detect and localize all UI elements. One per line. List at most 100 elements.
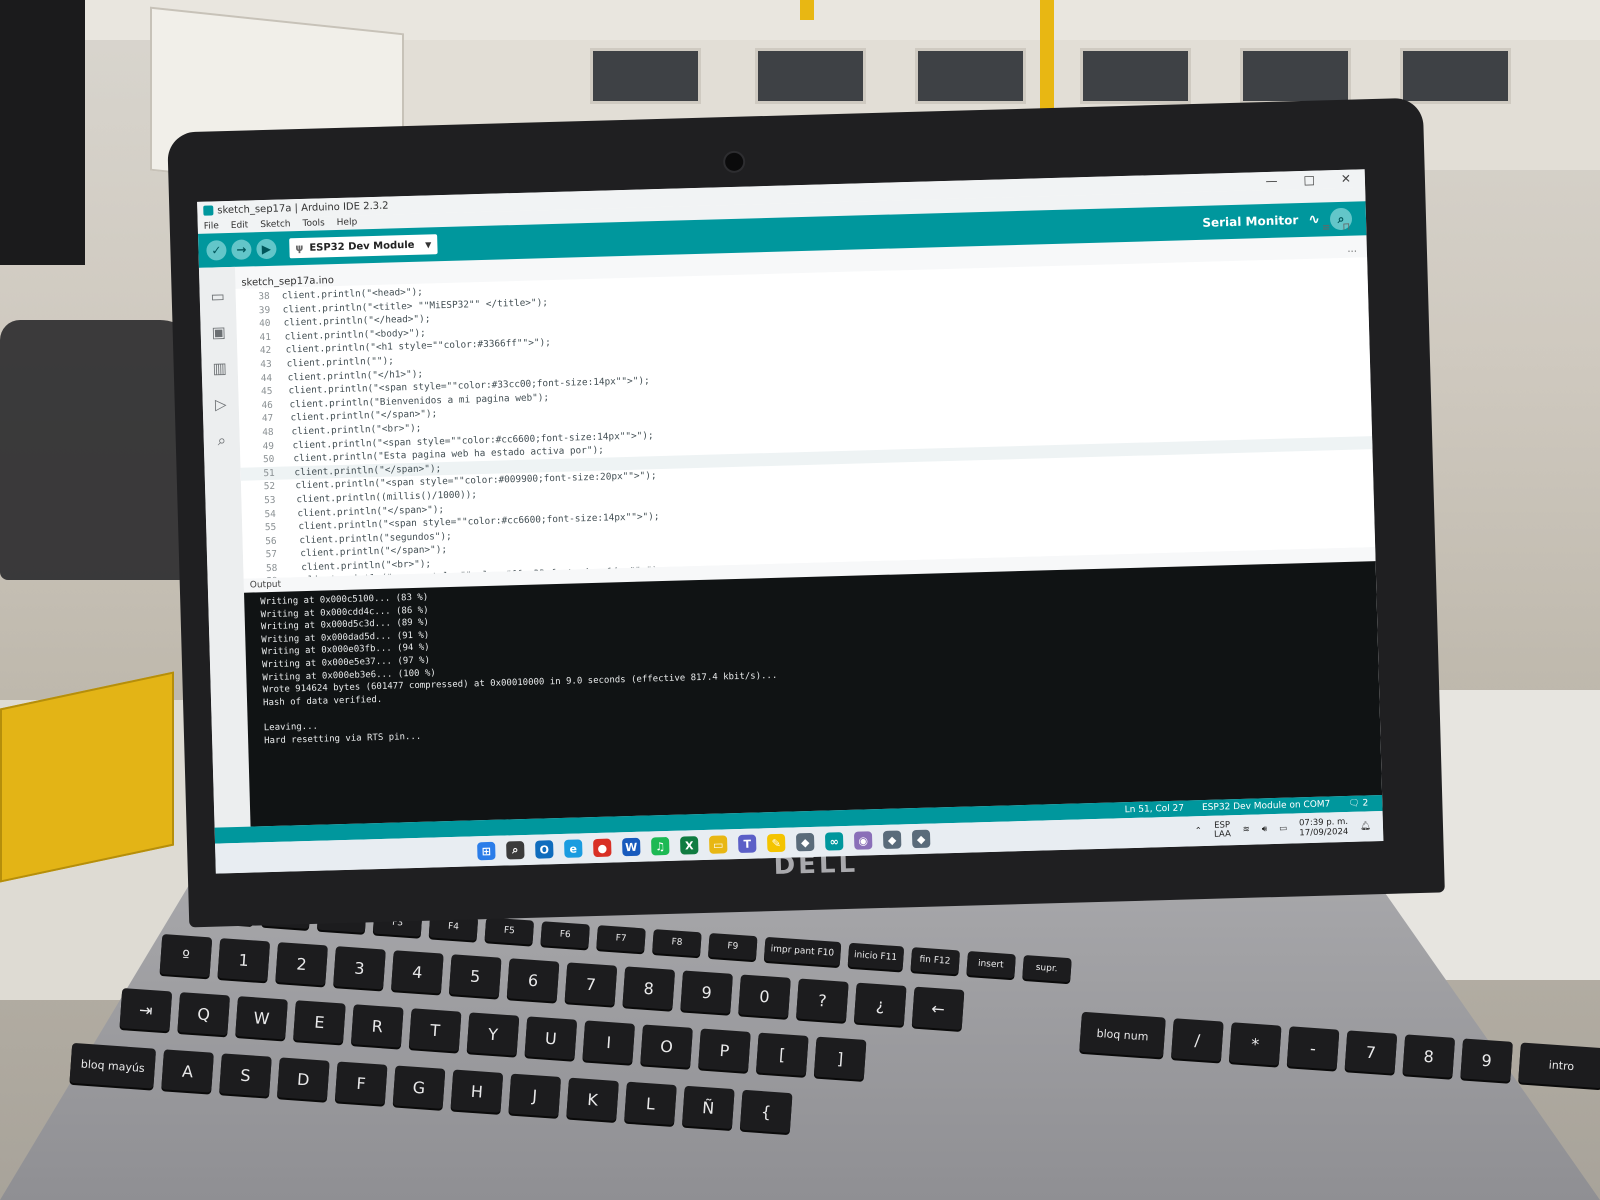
clock-date: 17/09/2024 (1299, 826, 1349, 839)
files-icon[interactable]: ▭ (708, 835, 728, 854)
keyboard-key: F8 (652, 929, 702, 957)
keyboard-key: I (582, 1020, 636, 1064)
boards-manager-icon[interactable]: ▣ (211, 323, 226, 341)
battery-icon[interactable]: ▭ (1279, 824, 1287, 834)
room-window (1080, 48, 1191, 104)
menu-help[interactable]: Help (337, 217, 358, 228)
keyboard-key: A (161, 1049, 214, 1093)
keyboard-key: 1 (217, 938, 271, 982)
edge-icon[interactable]: e (564, 839, 583, 858)
debug-sidebar-icon[interactable]: ▷ (215, 395, 227, 413)
line-number: 50 (262, 453, 275, 466)
search-icon[interactable]: ⌕ (217, 431, 226, 449)
chevron-up-icon[interactable]: ⌃ (1195, 826, 1202, 836)
excel-icon[interactable]: X (680, 836, 699, 855)
keyboard-key: R (350, 1004, 404, 1048)
notes-icon[interactable]: ✎ (766, 833, 786, 853)
serial-plotter-icon[interactable]: ∿ (1308, 212, 1320, 228)
keyboard-key: F7 (596, 925, 646, 953)
line-number: 41 (259, 331, 272, 343)
menu-tools[interactable]: Tools (302, 218, 324, 229)
start-icon[interactable]: ⊞ (477, 841, 496, 861)
chrome-icon[interactable]: ● (593, 838, 612, 858)
line-number: 52 (263, 481, 276, 493)
debug-button[interactable]: ▶ (256, 238, 277, 260)
arduino-app-icon (203, 205, 214, 216)
search-icon[interactable]: ⌕ (506, 841, 525, 860)
language-bottom: LAA (1213, 829, 1231, 840)
room-window (915, 48, 1026, 104)
line-number: 38 (258, 290, 270, 303)
board-selector[interactable]: ψ ESP32 Dev Module ▼ (289, 234, 438, 259)
word-icon[interactable]: W (622, 837, 641, 857)
maximize-button[interactable]: □ (1303, 173, 1315, 187)
keyboard-key: ¿ (853, 982, 907, 1026)
chevron-down-icon: ▼ (425, 239, 432, 250)
outlook-icon[interactable]: O (535, 840, 554, 859)
keyboard-key: { (739, 1089, 793, 1134)
keyboard-key: G (392, 1065, 446, 1109)
keyboard-key: 6 (506, 958, 560, 1002)
room-window (1400, 48, 1511, 104)
webcam (722, 150, 746, 174)
cursor-position: Ln 51, Col 27 (1124, 803, 1185, 816)
keyboard-key: Q (177, 992, 231, 1036)
keyboard-key: ] (813, 1036, 867, 1080)
board-port-status[interactable]: ESP32 Dev Module on COM7 (1202, 799, 1331, 813)
keyboard-key: D (276, 1057, 330, 1101)
keyboard-key: S (219, 1053, 272, 1097)
line-number: 44 (260, 372, 273, 384)
room-window (590, 48, 701, 104)
library-manager-icon[interactable]: ▥ (212, 359, 227, 377)
keyboard-key: 8 (1402, 1034, 1456, 1078)
keyboard-key: F5 (484, 917, 535, 945)
line-number: 47 (261, 413, 274, 425)
sketchbook-icon[interactable]: ▭ (210, 287, 225, 305)
teams-icon[interactable]: T (737, 834, 757, 854)
upload-button[interactable]: → (231, 239, 252, 260)
bell-icon[interactable]: 🔔︎ (1360, 821, 1371, 831)
verify-button[interactable]: ✓ (206, 240, 227, 261)
minimize-button[interactable]: — (1265, 174, 1277, 188)
line-number: 39 (258, 304, 271, 316)
keyboard-key: F9 (707, 932, 758, 961)
notifications-badge[interactable]: 🗨 2 (1348, 798, 1368, 809)
keyboard-key: 2 (275, 942, 328, 986)
keyboard-key: ← (911, 986, 965, 1030)
spotify-icon[interactable]: ♫ (651, 836, 670, 856)
more-icon[interactable]: ··· (1347, 246, 1367, 258)
app-icon-4[interactable]: ◆ (911, 829, 931, 849)
window-title: sketch_sep17a | Arduino IDE 2.3.2 (217, 200, 389, 216)
keyboard-key: * (1228, 1022, 1282, 1066)
line-number: 42 (259, 345, 272, 357)
menu-edit[interactable]: Edit (231, 220, 249, 230)
wifi-icon[interactable]: ≋ (1243, 825, 1250, 835)
clear-output-icon[interactable]: ≡ (1322, 222, 1331, 233)
numpad: bloq num / * -7 8 9 intro (1079, 1011, 1600, 1089)
volume-icon[interactable]: 🔊︎ (1262, 824, 1268, 834)
output-console[interactable]: Writing at 0x000c5100... (83 %) Writing a… (244, 561, 1383, 827)
keyboard-key: T (408, 1008, 462, 1052)
keyboard-key: [ (755, 1032, 809, 1076)
keyboard-key: F6 (540, 921, 590, 949)
language-indicator[interactable]: ESP LAA (1213, 820, 1231, 840)
keyboard-key: 0 (738, 974, 791, 1018)
keyboard-key: 7 (1344, 1030, 1398, 1074)
room-window (755, 48, 866, 104)
line-number: 46 (261, 399, 273, 411)
menu-file[interactable]: File (204, 221, 219, 231)
keyboard-key: J (508, 1073, 562, 1117)
code-editor[interactable]: 38 client.println("<head>"); 39 client.prin… (235, 257, 1376, 579)
usb-icon: ψ (295, 242, 304, 254)
arduino-icon[interactable]: ∞ (824, 832, 844, 851)
window-controls: — □ ✕ (1265, 171, 1365, 188)
lock-icon[interactable]: ⊓ (1342, 222, 1350, 233)
app-icon-3[interactable]: ◆ (882, 830, 902, 849)
close-button[interactable]: ✕ (1341, 172, 1351, 186)
keyboard-key: Y (466, 1012, 520, 1056)
keyboard-key: E (293, 1000, 346, 1044)
app-icon-2[interactable]: ◉ (853, 831, 873, 850)
clock[interactable]: 07:39 p. m. 17/09/2024 (1299, 817, 1349, 838)
app-icon-1[interactable]: ◆ (795, 832, 815, 852)
menu-sketch[interactable]: Sketch (260, 219, 291, 230)
